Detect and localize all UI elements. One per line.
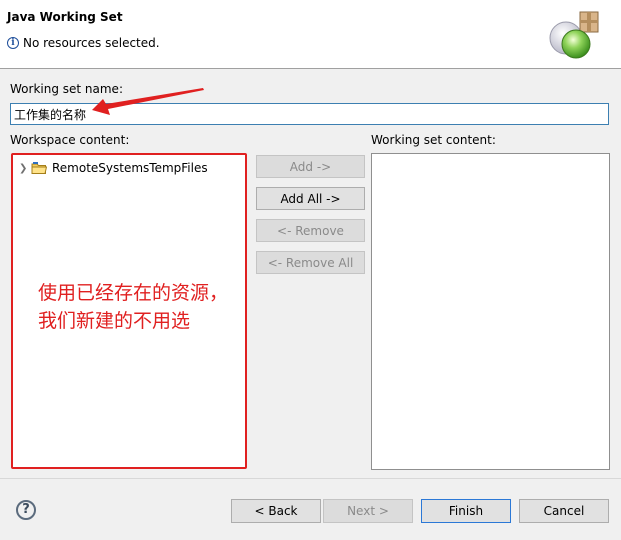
info-icon: i — [7, 37, 19, 49]
chevron-right-icon[interactable]: ❯ — [19, 163, 31, 174]
remove-button[interactable]: <- Remove — [256, 219, 365, 242]
next-button[interactable]: Next > — [323, 499, 413, 523]
dialog-title: Java Working Set — [7, 10, 123, 24]
annotation-line-1: 使用已经存在的资源， — [38, 282, 229, 304]
footer-divider — [0, 478, 621, 479]
tree-item[interactable]: ❯ RemoteSystemsTempFiles — [19, 159, 208, 177]
back-button[interactable]: < Back — [231, 499, 321, 523]
working-set-content-list[interactable] — [371, 153, 610, 470]
info-message: No resources selected. — [23, 36, 160, 50]
tree-item-label: RemoteSystemsTempFiles — [52, 161, 208, 175]
workspace-content-label: Workspace content: — [10, 133, 130, 147]
add-all-button[interactable]: Add All -> — [256, 187, 365, 210]
project-folder-icon — [31, 162, 47, 174]
working-set-name-label: Working set name: — [10, 82, 123, 96]
dialog-header: Java Working Set i No resources selected… — [0, 0, 621, 69]
add-button[interactable]: Add -> — [256, 155, 365, 178]
annotation-line-2: 我们新建的不用选 — [38, 310, 191, 332]
working-set-name-input[interactable] — [10, 103, 609, 125]
working-set-wizard-icon — [549, 11, 599, 59]
finish-button[interactable]: Finish — [421, 499, 511, 523]
annotation-text: 使用已经存在的资源， 我们新建的不用选 — [38, 279, 228, 335]
help-icon[interactable]: ? — [16, 500, 36, 520]
cancel-button[interactable]: Cancel — [519, 499, 609, 523]
remove-all-button[interactable]: <- Remove All — [256, 251, 365, 274]
working-set-content-label: Working set content: — [371, 133, 496, 147]
